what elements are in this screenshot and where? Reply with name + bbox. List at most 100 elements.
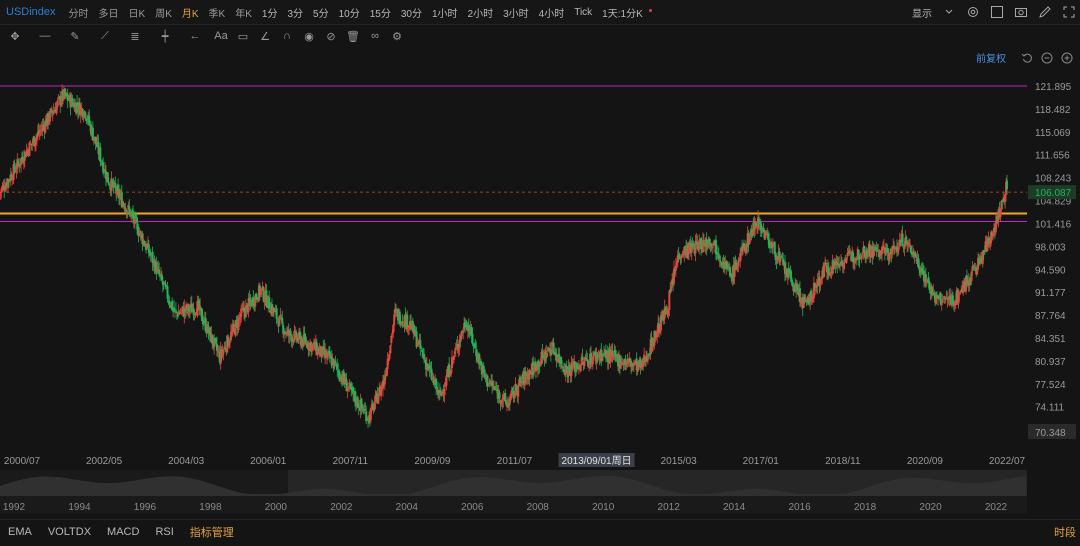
timeshare-button[interactable]: 时段 bbox=[1054, 524, 1076, 540]
overview-navigator[interactable]: 1992 1994 1996 1998 2000 2002 2004 2006 2008 2010… bbox=[0, 470, 1080, 514]
period-4[interactable]: 月K bbox=[177, 5, 204, 20]
period-15[interactable]: 3小时 bbox=[498, 5, 534, 20]
reset-icon[interactable] bbox=[1020, 51, 1034, 65]
zoom-out-icon[interactable] bbox=[1040, 51, 1054, 65]
x-tick-label: 2004/03 bbox=[168, 456, 205, 467]
fullscreen-icon[interactable] bbox=[1062, 5, 1076, 19]
candle-body bbox=[1006, 180, 1008, 190]
settings-tool-icon[interactable]: ⚙ bbox=[386, 27, 408, 45]
eye-tool-icon[interactable]: ◉ bbox=[298, 27, 320, 45]
x-tick-label: 2002/05 bbox=[86, 456, 123, 467]
candle-body bbox=[256, 297, 259, 300]
price-tick-label: 84.351 bbox=[1035, 334, 1066, 345]
pencil-tool-icon[interactable]: ✎ bbox=[60, 27, 90, 45]
link-tool-icon[interactable]: ∞ bbox=[364, 27, 386, 45]
period-13[interactable]: 1小时 bbox=[427, 5, 463, 20]
indicator-ema[interactable]: EMA bbox=[0, 526, 40, 538]
candle-body bbox=[334, 360, 337, 363]
overview-tick-label: 1998 bbox=[199, 502, 222, 513]
hide-tool-icon[interactable]: ⊘ bbox=[320, 27, 342, 45]
top-right-controls: 显示 bbox=[912, 0, 1076, 24]
candle-body bbox=[445, 375, 448, 386]
period-14[interactable]: 2小时 bbox=[463, 5, 499, 20]
chevron-down-icon[interactable] bbox=[942, 5, 956, 19]
candle-body bbox=[48, 111, 51, 122]
text-tool-icon[interactable]: Aa bbox=[210, 27, 232, 45]
x-tick-label: 2011/07 bbox=[497, 456, 533, 467]
overview-tick-label: 2006 bbox=[461, 502, 484, 513]
edit-icon[interactable] bbox=[1038, 5, 1052, 19]
arrow-tool-icon[interactable]: ← bbox=[180, 27, 210, 45]
period-5[interactable]: 季K bbox=[204, 5, 231, 20]
candle-body bbox=[84, 112, 87, 119]
period-10[interactable]: 10分 bbox=[334, 5, 365, 20]
candle-body bbox=[222, 350, 225, 354]
price-axis: 121.895118.482115.069111.656108.243104.8… bbox=[1028, 82, 1076, 439]
x-tick-label: 2000/07 bbox=[4, 456, 41, 467]
comment-tool-icon[interactable]: ▭ bbox=[232, 27, 254, 45]
trash-tool-icon[interactable]: 🗑 bbox=[342, 27, 364, 45]
candle-body bbox=[471, 333, 474, 344]
period-18[interactable]: 1天:1分K bbox=[597, 5, 648, 20]
x-tick-label: 2015/03 bbox=[661, 456, 698, 467]
period-3[interactable]: 周K bbox=[150, 5, 177, 20]
candle-body bbox=[941, 299, 944, 304]
candle-body bbox=[462, 331, 465, 333]
adjust-mode[interactable]: 前复权 bbox=[976, 50, 1006, 65]
period-7[interactable]: 1分 bbox=[257, 5, 283, 20]
x-tick-label: 2007/11 bbox=[333, 456, 369, 467]
zigzag-tool-icon[interactable]: ⟋ bbox=[90, 27, 120, 45]
indicator-macd[interactable]: MACD bbox=[99, 526, 147, 538]
angle-tool-icon[interactable]: ∠ bbox=[254, 27, 276, 45]
period-12[interactable]: 30分 bbox=[396, 5, 427, 20]
candle-body bbox=[517, 384, 520, 397]
price-tick-label: 98.003 bbox=[1035, 242, 1066, 253]
overview-tick-label: 2000 bbox=[265, 502, 288, 513]
period-17[interactable]: Tick bbox=[569, 7, 597, 18]
move-tool-icon[interactable]: ✥ bbox=[0, 27, 30, 45]
x-tick-label: 2020/09 bbox=[907, 456, 944, 467]
candle-body bbox=[275, 308, 278, 319]
cross-tool-icon[interactable]: ┿ bbox=[150, 27, 180, 45]
overview-tick-label: 2020 bbox=[919, 502, 942, 513]
candle-body bbox=[897, 246, 900, 250]
candlestick-chart[interactable]: 121.895118.482115.069111.656108.243104.8… bbox=[0, 70, 1080, 450]
symbol-name[interactable]: USDindex bbox=[6, 6, 56, 18]
candle-body bbox=[737, 260, 740, 266]
candle-body bbox=[909, 245, 912, 253]
checkbox-icon[interactable] bbox=[990, 5, 1004, 19]
candle-body bbox=[924, 274, 927, 282]
line-tool-icon[interactable]: — bbox=[30, 27, 60, 45]
indicator-bar: EMA VOLTDX MACD RSI 指标管理 时段 bbox=[0, 519, 1080, 544]
candle-body bbox=[388, 354, 391, 360]
camera-icon[interactable] bbox=[1014, 5, 1028, 19]
display-menu[interactable]: 显示 bbox=[912, 5, 932, 20]
notification-dot bbox=[648, 8, 652, 12]
magnet-tool-icon[interactable]: ∩ bbox=[276, 27, 298, 45]
indicator-voltdx[interactable]: VOLTDX bbox=[40, 526, 99, 538]
period-2[interactable]: 日K bbox=[124, 5, 151, 20]
candle-body bbox=[232, 324, 235, 327]
price-tick-label: 70.348 bbox=[1035, 428, 1066, 439]
time-axis: 2000/07 2002/05 2004/03 2006/01 2007/11 2009/… bbox=[4, 453, 1026, 467]
x-tick-label: 2017/01 bbox=[743, 456, 780, 467]
period-11[interactable]: 15分 bbox=[365, 5, 396, 20]
period-8[interactable]: 3分 bbox=[282, 5, 308, 20]
gear-icon[interactable] bbox=[966, 5, 980, 19]
period-6[interactable]: 年K bbox=[230, 5, 257, 20]
last-price-tag: 106.087 bbox=[1035, 188, 1072, 199]
drawing-toolbar: ✥ — ✎ ⟋ ≣ ┿ ← Aa ▭ ∠ ∩ ◉ ⊘ 🗑 ∞ ⚙ bbox=[0, 25, 1080, 47]
period-9[interactable]: 5分 bbox=[308, 5, 334, 20]
period-0[interactable]: 分时 bbox=[64, 5, 94, 20]
zoom-in-icon[interactable] bbox=[1060, 51, 1074, 65]
period-16[interactable]: 4小时 bbox=[534, 5, 570, 20]
indicator-manage-button[interactable]: 指标管理 bbox=[182, 524, 242, 540]
price-tick-label: 77.524 bbox=[1035, 380, 1066, 391]
fib-tool-icon[interactable]: ≣ bbox=[120, 27, 150, 45]
indicator-rsi[interactable]: RSI bbox=[147, 526, 181, 538]
price-tick-label: 108.243 bbox=[1035, 174, 1072, 185]
period-1[interactable]: 多日 bbox=[94, 5, 124, 20]
candle-body bbox=[546, 352, 549, 357]
candle-body bbox=[401, 321, 404, 323]
overview-tick-label: 1996 bbox=[134, 502, 157, 513]
